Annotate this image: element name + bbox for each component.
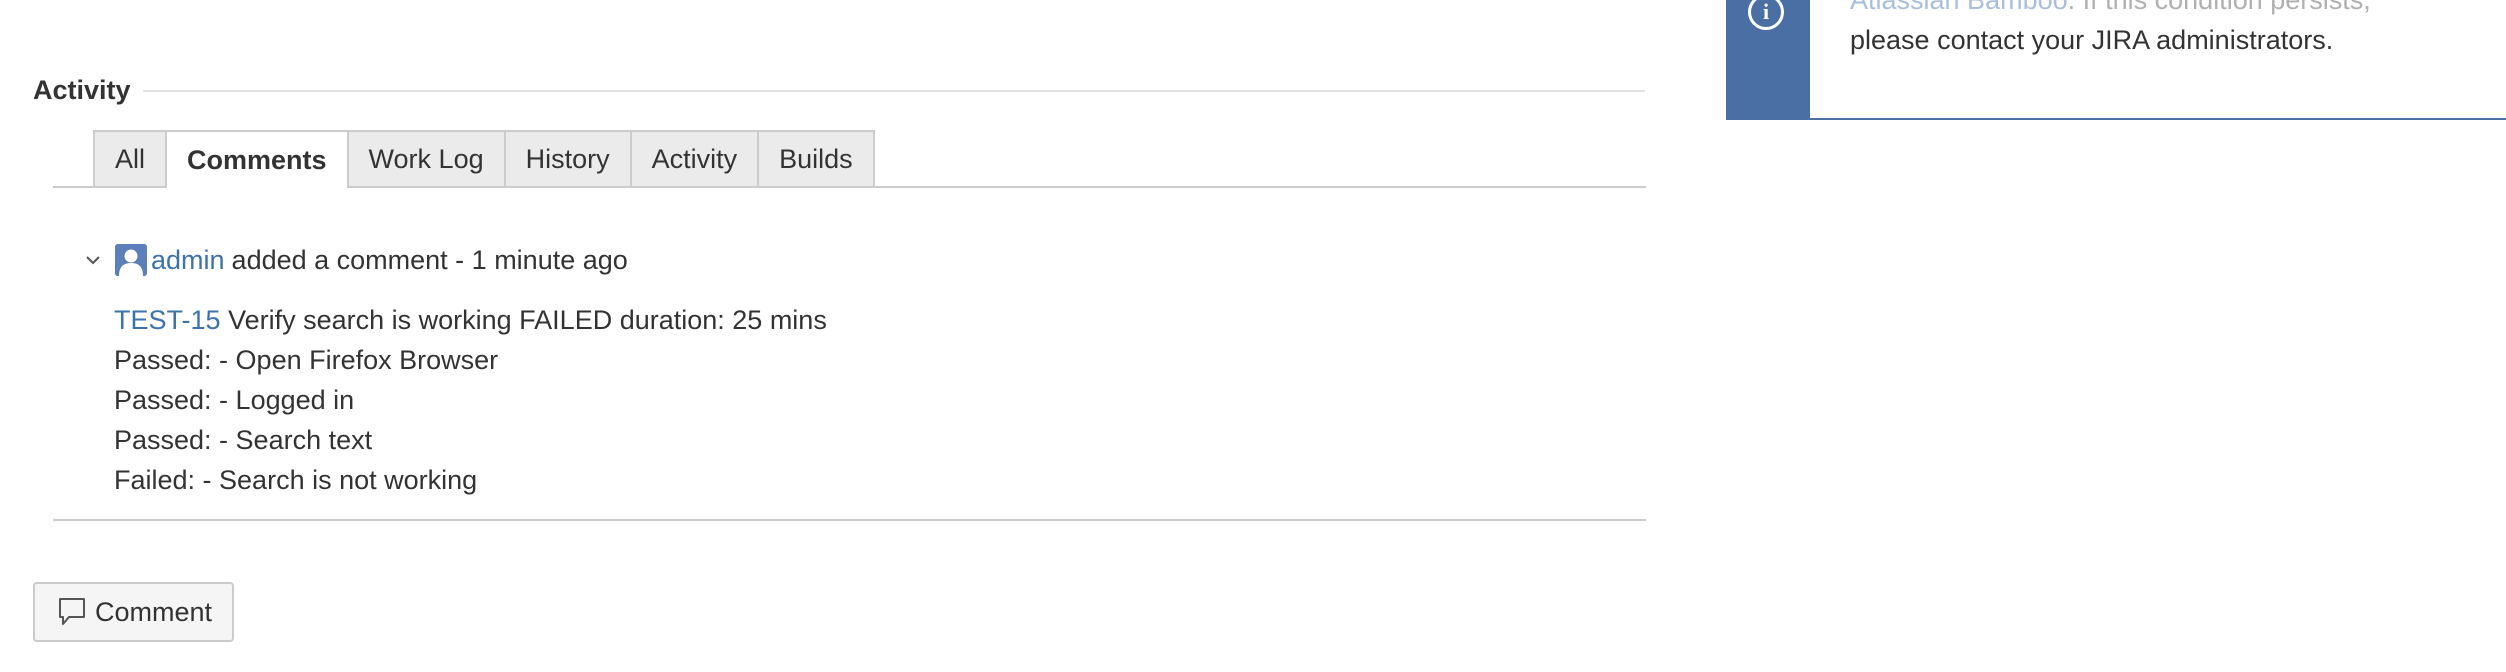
tab-work-log[interactable]: Work Log — [346, 130, 506, 186]
tab-builds[interactable]: Builds — [757, 130, 875, 186]
info-message-stripe: i — [1728, 0, 1810, 118]
bamboo-link[interactable]: Atlassian Bamboo — [1850, 0, 2068, 15]
info-message-line1: . If this condition persists, — [2067, 0, 2371, 15]
info-message-text: Atlassian Bamboo. If this condition pers… — [1850, 0, 2371, 60]
tab-history[interactable]: History — [503, 130, 632, 186]
tab-comments[interactable]: Comments — [165, 130, 349, 188]
add-comment-button[interactable]: Comment — [33, 582, 235, 642]
info-message-panel: i Atlassian Bamboo. If this condition pe… — [1726, 0, 2506, 120]
comment-body: TEST-15 Verify search is working FAILED … — [114, 300, 827, 500]
activity-section-heading: Activity — [33, 70, 1645, 110]
chevron-down-icon[interactable] — [81, 248, 105, 272]
comment-item: admin added a comment - 1 minute ago TES… — [53, 186, 1646, 521]
issue-link[interactable]: TEST-15 — [114, 305, 221, 335]
info-message-line2: please contact your JIRA administrators. — [1850, 25, 2334, 55]
comment-line: Failed: - Search is not working — [114, 465, 478, 495]
speech-bubble-icon — [57, 596, 87, 628]
heading-divider — [142, 90, 1645, 92]
comment-author-link[interactable]: admin — [151, 245, 225, 276]
activity-tabs-bar: All Comments Work Log History Activity B… — [53, 130, 1646, 188]
comment-line: Passed: - Search text — [114, 425, 373, 455]
comment-line: Passed: - Open Firefox Browser — [114, 345, 499, 375]
comment-summary-line: TEST-15 Verify search is working FAILED … — [114, 300, 827, 340]
comment-summary-text: Verify search is working FAILED duration… — [228, 305, 827, 335]
issue-activity-page: i Atlassian Bamboo. If this condition pe… — [0, 0, 2506, 672]
comment-action-text: added a comment - 1 minute ago — [231, 244, 628, 275]
comment-header: admin added a comment - 1 minute ago — [81, 242, 628, 278]
comment-line: Passed: - Logged in — [114, 385, 355, 415]
activity-tabs: All Comments Work Log History Activity B… — [93, 130, 875, 188]
user-avatar-icon[interactable] — [115, 244, 147, 276]
tab-all[interactable]: All — [93, 130, 168, 186]
add-comment-label: Comment — [95, 596, 213, 627]
tab-activity[interactable]: Activity — [629, 130, 760, 186]
activity-title: Activity — [33, 74, 131, 105]
info-icon: i — [1748, 0, 1784, 30]
